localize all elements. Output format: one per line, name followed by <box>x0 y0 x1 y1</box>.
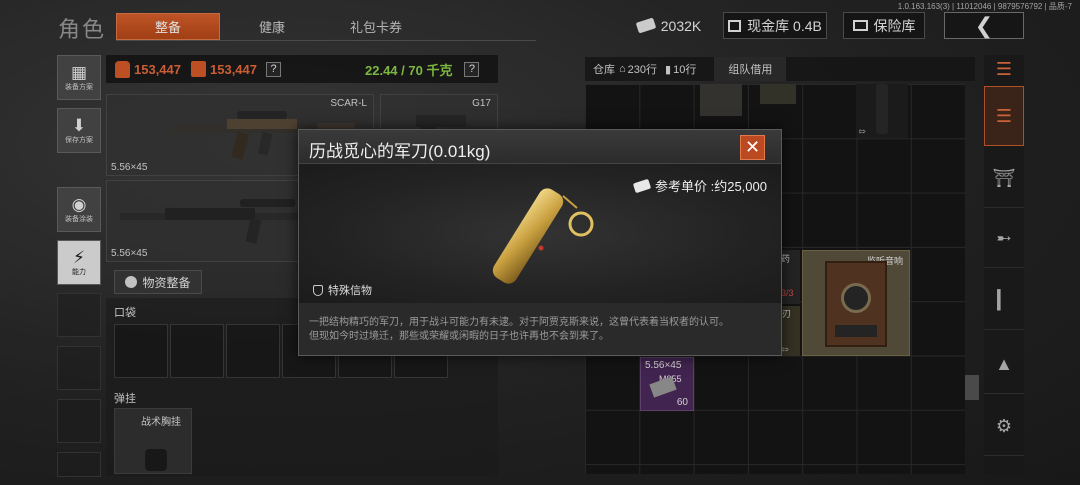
price-display: 参考单价 :约25,000 <box>632 176 767 195</box>
item-description: 一把结构精巧的军刀，用于战斗可能力有未逮。对于阿贾克斯来说，这曾代表着当权者的认… <box>299 303 781 355</box>
modal-body: 参考单价 :约25,000 特殊信物 <box>299 164 781 303</box>
shield-icon <box>313 284 323 296</box>
close-icon: ✕ <box>744 137 761 157</box>
description-line-2: 但现如今时过境迁，那些或荣耀或闲暇的日子也许再也不会到来了。 <box>309 331 609 342</box>
military-knife-icon <box>492 188 594 284</box>
item-tag: 特殊信物 <box>313 282 372 298</box>
description-line-1: 一把结构精巧的军刀，用于战斗可能力有未逮。对于阿贾克斯来说，这曾代表着当权者的认… <box>309 317 729 328</box>
item-detail-modal: 历战觅心的军刀(0.01kg) ✕ 参考单价 :约25,000 特殊信物 一把结… <box>298 129 782 356</box>
cash-icon <box>632 178 652 193</box>
price-value: 参考单价 :约25,000 <box>655 179 767 194</box>
item-tag-label: 特殊信物 <box>328 285 372 297</box>
modal-header: 历战觅心的军刀(0.01kg) ✕ <box>299 130 781 164</box>
modal-title: 历战觅心的军刀(0.01kg) <box>309 142 491 161</box>
close-button[interactable]: ✕ <box>740 135 765 160</box>
